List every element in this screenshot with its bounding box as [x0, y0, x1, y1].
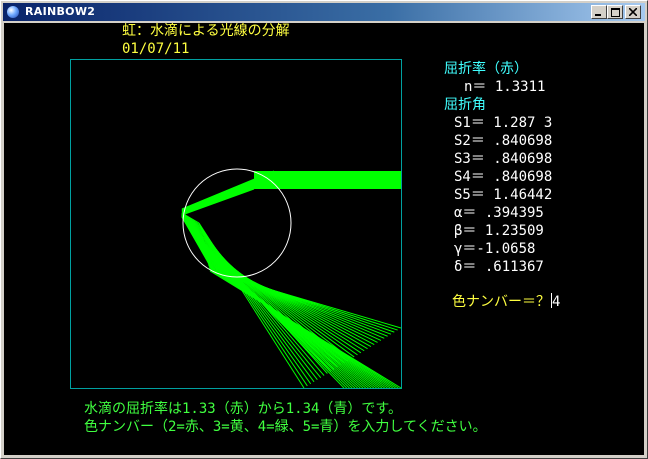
instruction-line-1: 水滴の屈折率は1.33（赤）から1.34（青）です。: [84, 401, 403, 417]
angle-beta: β＝ 1.23509: [454, 223, 544, 239]
minimize-icon: [595, 13, 601, 16]
instruction-line-2: 色ナンバー（2=赤、3=黄、4=緑、5=青）を入力してください。: [84, 419, 487, 435]
angle-s2: S2＝ .840698: [454, 133, 553, 149]
color-number-prompt: 色ナンバー＝？ 4: [452, 293, 560, 310]
light-rays: [181, 170, 402, 389]
ray-segment: [208, 253, 365, 352]
angle-s3: S3＝ .840698: [454, 151, 553, 167]
refraction-index-value: n＝ 1.3311: [464, 79, 546, 95]
ray-segment: [209, 257, 372, 348]
color-number-label: 色ナンバー＝？: [452, 294, 550, 310]
app-window: RAINBOW2 虹：水滴による光線の分解 01/07/11 屈折率（赤） n＝…: [0, 0, 648, 459]
maximize-icon: [610, 7, 620, 17]
rainbow-diagram: [70, 59, 402, 389]
angle-s4: S4＝ .840698: [454, 169, 553, 185]
window-title: RAINBOW2: [25, 5, 96, 18]
color-number-input[interactable]: 4: [552, 294, 560, 310]
refraction-angle-label: 屈折角: [444, 97, 486, 113]
refraction-index-label: 屈折率（赤）: [444, 61, 528, 77]
angle-delta: δ＝ .611367: [454, 259, 544, 275]
minimize-button[interactable]: [591, 5, 607, 19]
angle-alpha: α＝ .394395: [454, 205, 544, 221]
maximize-button[interactable]: [607, 5, 623, 19]
angle-s5: S5＝ 1.46442: [454, 187, 553, 203]
ray-segment: [208, 255, 368, 350]
title-bar[interactable]: RAINBOW2: [3, 3, 645, 21]
ray-segment: [181, 188, 255, 216]
app-icon[interactable]: [7, 6, 19, 18]
angle-gamma: γ＝-1.0658: [454, 241, 536, 257]
drawing-canvas: 虹：水滴による光線の分解 01/07/11 屈折率（赤） n＝ 1.3311 屈…: [4, 23, 644, 455]
close-icon: [629, 8, 637, 16]
close-button[interactable]: [625, 5, 641, 19]
angle-s1: S1＝ 1.287 3: [454, 115, 553, 131]
